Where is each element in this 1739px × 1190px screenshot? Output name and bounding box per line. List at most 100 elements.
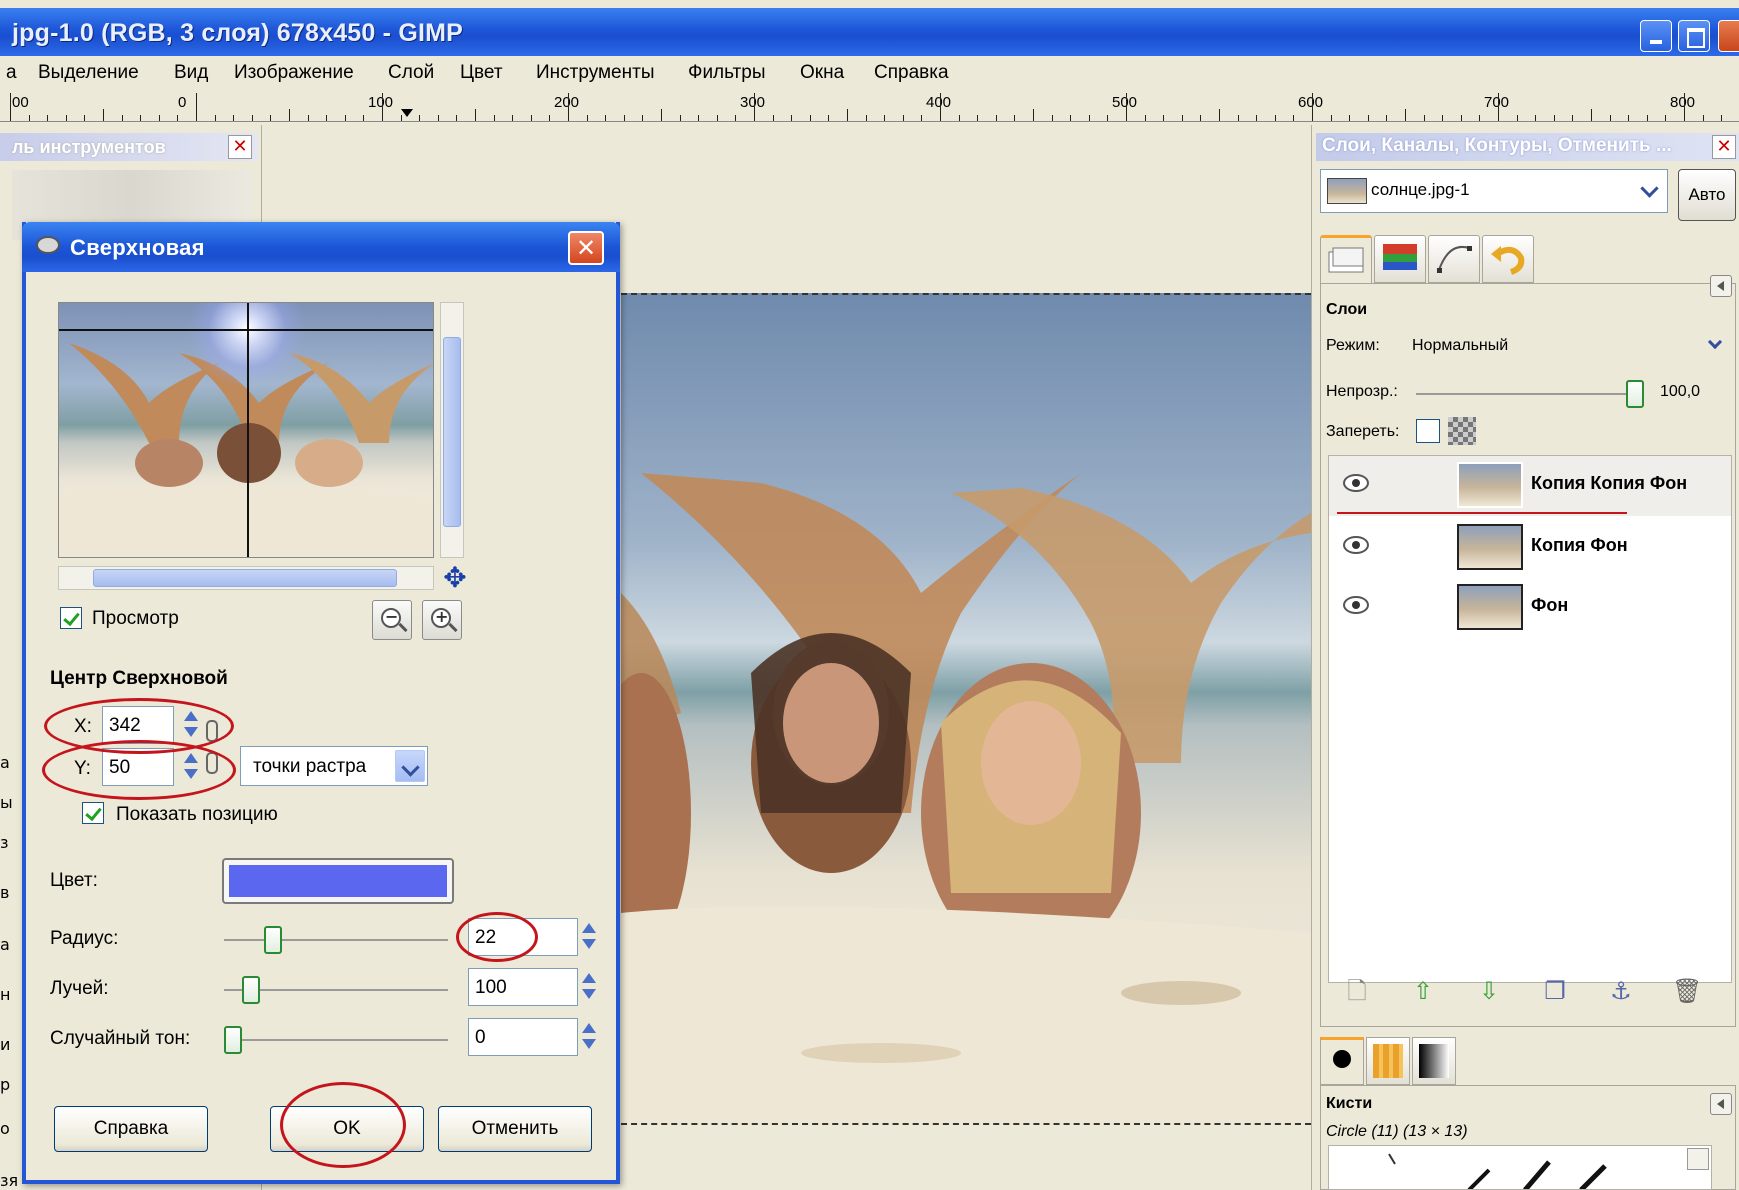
horizontal-ruler[interactable]: 00 0 100 200 300 400 500 600 700 800 (0, 92, 1739, 122)
ruler-tick (1312, 93, 1313, 121)
random-hue-spin-arrows[interactable] (579, 1019, 599, 1055)
radius-slider[interactable] (224, 926, 448, 954)
chevron-down-icon[interactable] (395, 750, 425, 782)
menu-item-layer[interactable]: Слой (388, 62, 434, 84)
ruler-tick (177, 115, 178, 121)
dock-close-icon[interactable]: ✕ (1712, 135, 1736, 159)
menu-item-filters[interactable]: Фильтры (688, 62, 765, 84)
window-title: jpg-1.0 (RGB, 3 слоя) 678x450 - GIMP (12, 19, 464, 47)
tab-layers[interactable] (1320, 235, 1372, 283)
menu-item-tools[interactable]: Инструменты (536, 62, 654, 84)
ruler-tick (1200, 115, 1201, 121)
rays-slider[interactable] (224, 976, 448, 1004)
preview-checkbox[interactable] (60, 607, 82, 629)
toolbox-close-icon[interactable]: ✕ (228, 135, 252, 159)
menu-item-image[interactable]: Изображение (234, 62, 354, 84)
dialog-close-button[interactable]: ✕ (568, 231, 604, 265)
eye-icon[interactable] (1343, 474, 1369, 492)
eye-icon[interactable] (1343, 536, 1369, 554)
opacity-label: Непрозр.: (1326, 383, 1398, 400)
ruler-tick (1182, 115, 1183, 121)
preview-image[interactable] (58, 302, 434, 558)
menu-item-help[interactable]: Справка (874, 62, 949, 84)
image-selector[interactable]: солнце.jpg-1 (1320, 169, 1668, 213)
ruler-tick (1703, 115, 1704, 121)
clipped-label: з (0, 833, 9, 852)
tab-patterns[interactable] (1366, 1037, 1410, 1085)
tab-channels[interactable] (1374, 235, 1426, 283)
menu-item-cut[interactable]: а (6, 62, 17, 84)
panel-menu-arrow-icon[interactable] (1710, 275, 1732, 297)
raise-layer-icon[interactable]: ⇧ (1408, 977, 1438, 1007)
menu-item-color[interactable]: Цвет (460, 62, 503, 84)
slider-knob[interactable] (242, 976, 260, 1004)
opacity-value[interactable]: 100,0 (1660, 383, 1700, 401)
color-button[interactable] (222, 858, 454, 904)
preview-label: Просмотр (92, 608, 179, 629)
zoom-handle (448, 622, 458, 633)
layer-row[interactable]: Копия Фон (1329, 518, 1731, 578)
lock-pixels-checkbox[interactable] (1416, 419, 1440, 443)
random-hue-spinbox[interactable]: 0 (468, 1018, 596, 1056)
dialog-title-bar: Сверхновая ✕ (22, 222, 620, 272)
menu-item-windows[interactable]: Окна (800, 62, 844, 84)
show-position-checkbox[interactable] (82, 802, 104, 824)
chevron-down-icon[interactable] (1635, 176, 1665, 206)
mode-chevron-down-icon[interactable] (1702, 331, 1732, 361)
panel-menu-arrow-icon[interactable] (1710, 1093, 1732, 1115)
rays-spinbox[interactable]: 100 (468, 968, 596, 1006)
tab-paths[interactable] (1428, 235, 1480, 283)
unit-dropdown[interactable]: точки растра (240, 746, 428, 786)
menu-item-view[interactable]: Вид (174, 62, 208, 84)
preview-horizontal-scrollbar[interactable] (58, 566, 434, 590)
help-button[interactable]: Справка (54, 1106, 208, 1152)
slider-knob[interactable] (1626, 380, 1644, 408)
tab-brushes[interactable] (1320, 1037, 1364, 1085)
title-bar: jpg-1.0 (RGB, 3 слоя) 678x450 - GIMP (0, 8, 1739, 56)
clipped-label: а (0, 753, 10, 772)
cancel-button[interactable]: Отменить (438, 1106, 592, 1152)
eye-icon[interactable] (1343, 596, 1369, 614)
layer-row[interactable]: Копия Копия Фон (1329, 456, 1731, 516)
preview-vertical-scrollbar[interactable] (440, 302, 464, 558)
anchor-layer-icon[interactable]: ⚓ (1606, 977, 1636, 1007)
rays-spin-arrows[interactable] (579, 969, 599, 1005)
ruler-tick (1107, 115, 1108, 121)
duplicate-layer-icon[interactable]: ❐ (1540, 977, 1570, 1007)
lower-layer-icon[interactable]: ⇩ (1474, 977, 1504, 1007)
mode-value[interactable]: Нормальный (1412, 337, 1508, 355)
scroll-thumb[interactable] (93, 569, 397, 587)
section-title: Центр Сверхновой (50, 668, 228, 689)
brush-scroll-up-icon[interactable] (1687, 1148, 1709, 1170)
zoom-out-button[interactable]: − (372, 600, 412, 640)
tab-undo[interactable] (1482, 235, 1534, 283)
ruler-tick (773, 115, 774, 121)
slider-knob[interactable] (224, 1026, 242, 1054)
ruler-label: 400 (926, 94, 952, 111)
ruler-tick (1033, 109, 1034, 121)
plus-sign: + (435, 607, 449, 626)
scroll-thumb[interactable] (443, 337, 461, 527)
image-canvas[interactable] (621, 293, 1311, 1125)
delete-layer-icon[interactable]: 🗑 (1672, 977, 1702, 1007)
radius-spin-arrows[interactable] (579, 919, 599, 955)
ruler-tick (940, 93, 941, 121)
lock-alpha-icon[interactable] (1448, 417, 1476, 445)
opacity-slider[interactable] (1416, 380, 1644, 408)
layer-row[interactable]: Фон (1329, 578, 1731, 638)
menu-item-selection[interactable]: Выделение (38, 62, 139, 84)
maximize-button[interactable] (1678, 20, 1710, 52)
ruler-label: 800 (1670, 94, 1696, 111)
new-layer-icon[interactable]: 🗋 (1342, 977, 1372, 1007)
random-hue-slider[interactable] (224, 1026, 448, 1054)
auto-button[interactable]: Авто (1678, 169, 1736, 221)
slider-knob[interactable] (264, 926, 282, 954)
move-arrows-icon[interactable]: ✥ (440, 564, 470, 594)
tab-gradients[interactable] (1412, 1037, 1456, 1085)
brushes-header: Кисти (1326, 1095, 1373, 1112)
minimize-button[interactable] (1640, 20, 1672, 52)
color-swatch (229, 865, 447, 897)
window-close-button[interactable] (1718, 20, 1739, 52)
brush-previews[interactable] (1328, 1145, 1712, 1190)
zoom-in-button[interactable]: + (422, 600, 462, 640)
